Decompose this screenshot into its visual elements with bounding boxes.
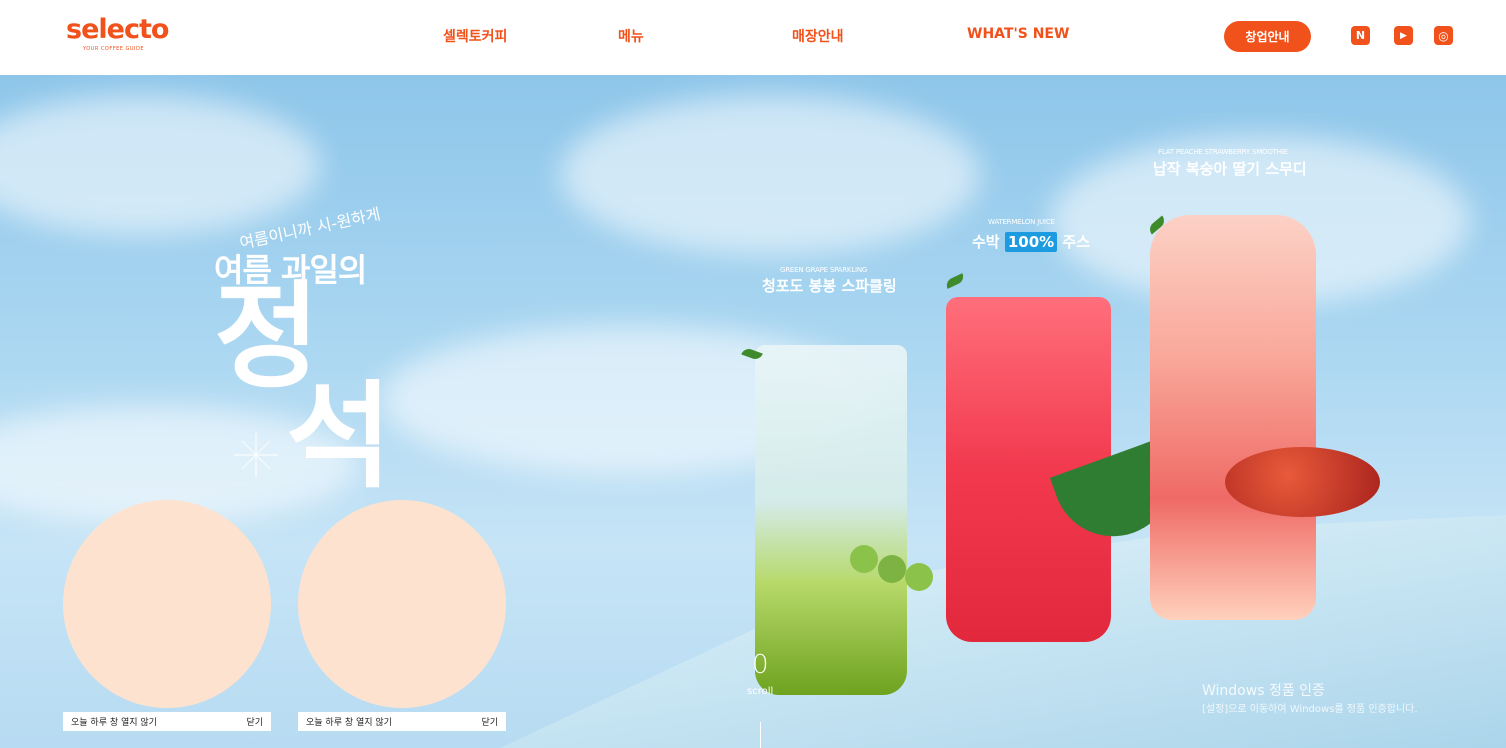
grape [905, 563, 933, 591]
popup-image [63, 500, 271, 708]
sparkle-icon [234, 433, 278, 477]
instagram-icon[interactable]: ◎ [1434, 26, 1453, 45]
popup-footer: 오늘 하루 창 열지 않기 닫기 [298, 712, 506, 731]
nav-item-selecto-coffee[interactable]: 셀렉토커피 [443, 26, 507, 46]
nav-item-whats-new[interactable]: WHAT'S NEW [967, 26, 1069, 42]
drink-ko-label: 청포도 봉봉 스파클링 [762, 277, 897, 295]
dont-show-today-link[interactable]: 오늘 하루 창 열지 않기 [71, 715, 157, 728]
drink-ko-label: 수박 100% 주스 [972, 231, 1090, 252]
popup: 오늘 하루 창 열지 않기 닫기 [298, 500, 506, 731]
drink-ko-label: 납작 복숭아 딸기 스무디 [1153, 160, 1307, 178]
nav-item-menu[interactable]: 메뉴 [618, 26, 644, 46]
cloud [560, 95, 980, 255]
drink-en-label: WATERMELON JUICE [988, 218, 1055, 226]
youtube-icon[interactable]: ▶ [1394, 26, 1413, 45]
scroll-indicator-number: 0 [752, 650, 769, 680]
logo-tagline: YOUR COFFEE GUIDE [83, 46, 145, 52]
naver-blog-icon[interactable]: N [1351, 26, 1370, 45]
grape [850, 545, 878, 573]
popup-close-button[interactable]: 닫기 [481, 715, 498, 728]
windows-activation-title: Windows 정품 인증 [1202, 683, 1325, 699]
site-header: selecto YOUR COFFEE GUIDE 셀렉토커피 메뉴 매장안내 … [0, 0, 1506, 75]
popup-image [298, 500, 506, 708]
drink-ko-prefix: 수박 [972, 233, 1000, 251]
scroll-label: scroll [747, 686, 774, 697]
peach [1225, 447, 1380, 517]
logo[interactable]: selecto [66, 16, 169, 44]
windows-activation-text: [설정]으로 이동하여 Windows를 정품 인증합니다. [1202, 704, 1418, 715]
badge-100-percent: 100% [1004, 232, 1058, 252]
peach-strawberry-smoothie-image [1150, 215, 1316, 620]
popup-close-button[interactable]: 닫기 [246, 715, 263, 728]
popup: 오늘 하루 창 열지 않기 닫기 [63, 500, 271, 731]
popup-footer: 오늘 하루 창 열지 않기 닫기 [63, 712, 271, 731]
cloud [0, 95, 320, 235]
dont-show-today-link[interactable]: 오늘 하루 창 열지 않기 [306, 715, 392, 728]
green-grape-drink-image [755, 345, 907, 695]
scroll-line [760, 722, 761, 748]
hero-big-char: 석 [286, 370, 392, 504]
drink-ko-suffix: 주스 [1062, 233, 1091, 251]
grape [878, 555, 906, 583]
franchise-button[interactable]: 창업안내 [1224, 21, 1311, 52]
mint-leaf [944, 273, 966, 289]
nav-item-store-info[interactable]: 매장안내 [792, 26, 844, 46]
drink-en-label: FLAT PEACHE STRAWBERRY SMOOTHIE [1158, 148, 1288, 156]
drink-en-label: GREEN GRAPE SPARKLING [780, 266, 868, 274]
